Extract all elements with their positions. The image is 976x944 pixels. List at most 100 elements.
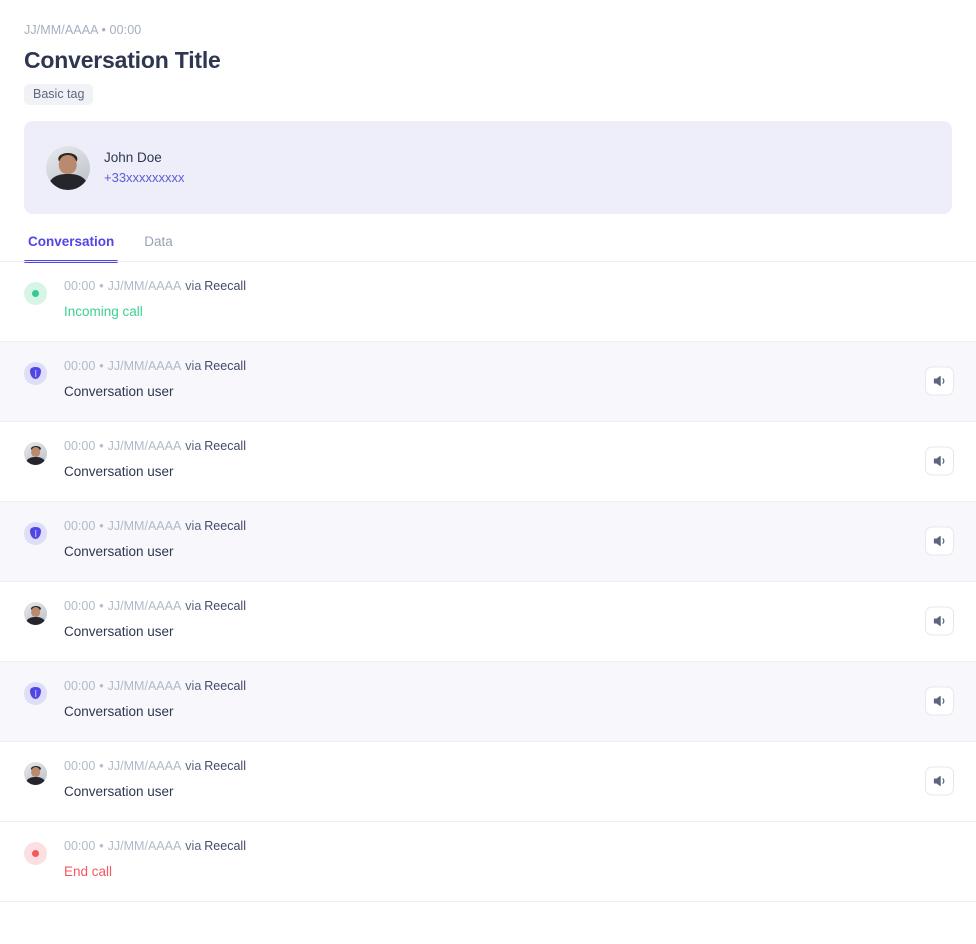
- play-audio-button[interactable]: [925, 686, 954, 716]
- speaker-icon: [932, 774, 947, 789]
- row-source: Reecall: [204, 358, 246, 373]
- avatar-body: [49, 174, 87, 190]
- conversation-row-content: 00:00 • JJ/MM/AAAA via Reecall End call: [64, 840, 952, 881]
- conversation-row-meta: 00:00 • JJ/MM/AAAA via Reecall: [64, 600, 952, 613]
- play-audio-button[interactable]: [925, 446, 954, 476]
- conversation-row: 00:00 • JJ/MM/AAAA via Reecall Conversation u…: [0, 341, 976, 422]
- contact-phone-link[interactable]: +33xxxxxxxxx: [104, 170, 185, 187]
- tab-conversation[interactable]: Conversation: [24, 235, 119, 263]
- conversation-row-meta: 00:00 • JJ/MM/AAAA via Reecall: [64, 440, 952, 453]
- row-timestamp: 00:00: [64, 278, 96, 293]
- avatar: [24, 761, 47, 785]
- row-date: JJ/MM/AAAA: [107, 758, 182, 773]
- conversation-row: 00:00 • JJ/MM/AAAA via Reecall Conversation u…: [0, 422, 976, 502]
- conversation-row-content: 00:00 • JJ/MM/AAAA via Reecall Conversation u…: [64, 680, 952, 721]
- contact-name: John Doe: [104, 149, 162, 165]
- conversation-row-text: Conversation user: [64, 784, 174, 800]
- row-date: JJ/MM/AAAA: [107, 838, 182, 853]
- conversation-row-text: Conversation user: [64, 384, 174, 400]
- play-audio-button[interactable]: [925, 606, 954, 636]
- row-timestamp: 00:00: [64, 598, 96, 613]
- play-audio-button[interactable]: [925, 766, 954, 796]
- conversation-row-meta: 00:00 • JJ/MM/AAAA via Reecall: [64, 840, 952, 853]
- speaker-icon: [932, 534, 947, 549]
- status-badge[interactable]: Basic tag: [24, 83, 94, 106]
- row-timestamp: 00:00: [64, 358, 96, 373]
- avatar-body: [25, 616, 46, 625]
- conversation-row: 00:00 • JJ/MM/AAAA via Reecall Conversation u…: [0, 582, 976, 662]
- avatar-head: [58, 154, 78, 175]
- row-date: JJ/MM/AAAA: [107, 278, 182, 293]
- row-separator: •: [99, 678, 104, 693]
- row-separator: •: [99, 518, 104, 533]
- conversation-detail-page: JJ/MM/AAAA • 00:00 Conversation Title Ba…: [0, 0, 976, 944]
- conversation-row-text: Conversation user: [64, 704, 174, 720]
- bot-shield-icon: [24, 521, 47, 545]
- row-date: JJ/MM/AAAA: [107, 438, 182, 453]
- row-via-label: via: [185, 358, 202, 373]
- row-separator: •: [99, 438, 104, 453]
- row-source: Reecall: [204, 598, 246, 613]
- header-meta-line: JJ/MM/AAAA • 00:00: [24, 23, 142, 37]
- conversation-row: 00:00 • JJ/MM/AAAA via Reecall Incoming call: [0, 262, 976, 342]
- conversation-row-content: 00:00 • JJ/MM/AAAA via Reecall Conversation u…: [64, 520, 952, 561]
- row-timestamp: 00:00: [64, 438, 96, 453]
- speaker-icon: [932, 374, 947, 389]
- row-via-label: via: [185, 598, 202, 613]
- speaker-icon: [932, 454, 947, 469]
- conversation-row: 00:00 • JJ/MM/AAAA via Reecall Conversation u…: [0, 501, 976, 582]
- conversation-row-meta: 00:00 • JJ/MM/AAAA via Reecall: [64, 760, 952, 773]
- conversation-row: 00:00 • JJ/MM/AAAA via Reecall Conversation u…: [0, 742, 976, 822]
- tab-data[interactable]: Data: [140, 235, 177, 262]
- play-audio-button[interactable]: [925, 526, 954, 556]
- row-timestamp: 00:00: [64, 758, 96, 773]
- row-separator: •: [99, 838, 104, 853]
- row-via-label: via: [185, 438, 202, 453]
- red-dot-icon: [24, 841, 47, 865]
- row-date: JJ/MM/AAAA: [107, 678, 182, 693]
- row-separator: •: [99, 758, 104, 773]
- row-source: Reecall: [204, 438, 246, 453]
- avatar-body: [25, 776, 46, 785]
- conversation-row-meta: 00:00 • JJ/MM/AAAA via Reecall: [64, 280, 952, 293]
- avatar-body: [25, 456, 46, 465]
- row-date: JJ/MM/AAAA: [107, 358, 182, 373]
- row-via-label: via: [185, 758, 202, 773]
- avatar: [24, 601, 47, 625]
- conversation-row-meta: 00:00 • JJ/MM/AAAA via Reecall: [64, 520, 952, 533]
- row-via-label: via: [185, 838, 202, 853]
- row-timestamp: 00:00: [64, 838, 96, 853]
- avatar: [46, 145, 90, 190]
- conversation-row-meta: 00:00 • JJ/MM/AAAA via Reecall: [64, 360, 952, 373]
- row-separator: •: [99, 598, 104, 613]
- bot-shield-icon: [24, 361, 47, 385]
- tabs: Conversation Data: [0, 235, 976, 263]
- row-separator: •: [99, 278, 104, 293]
- row-timestamp: 00:00: [64, 518, 96, 533]
- speaker-icon: [932, 614, 947, 629]
- conversation-row-content: 00:00 • JJ/MM/AAAA via Reecall Conversation u…: [64, 600, 952, 641]
- conversation-row-text: Incoming call: [64, 304, 143, 320]
- conversation-row: 00:00 • JJ/MM/AAAA via Reecall End call: [0, 822, 976, 902]
- row-source: Reecall: [204, 678, 246, 693]
- conversation-row-content: 00:00 • JJ/MM/AAAA via Reecall Conversation u…: [64, 360, 952, 401]
- row-via-label: via: [185, 278, 202, 293]
- conversation-row-text: Conversation user: [64, 464, 174, 480]
- row-date: JJ/MM/AAAA: [107, 518, 182, 533]
- row-timestamp: 00:00: [64, 678, 96, 693]
- contact-card[interactable]: John Doe +33xxxxxxxxx: [24, 121, 952, 215]
- page-title: Conversation Title: [24, 46, 221, 73]
- avatar-head: [30, 606, 41, 617]
- conversation-row-text: Conversation user: [64, 624, 174, 640]
- play-audio-button[interactable]: [925, 366, 954, 396]
- conversation-row-text: Conversation user: [64, 544, 174, 560]
- avatar-head: [30, 766, 41, 777]
- contact-info: John Doe +33xxxxxxxxx: [104, 149, 185, 187]
- conversation-row-content: 00:00 • JJ/MM/AAAA via Reecall Conversation u…: [64, 760, 952, 801]
- avatar: [24, 441, 47, 465]
- conversation-row-content: 00:00 • JJ/MM/AAAA via Reecall Conversation u…: [64, 440, 952, 481]
- avatar-head: [30, 446, 41, 457]
- conversation-row-text: End call: [64, 864, 113, 880]
- row-source: Reecall: [204, 278, 246, 293]
- row-separator: •: [99, 358, 104, 373]
